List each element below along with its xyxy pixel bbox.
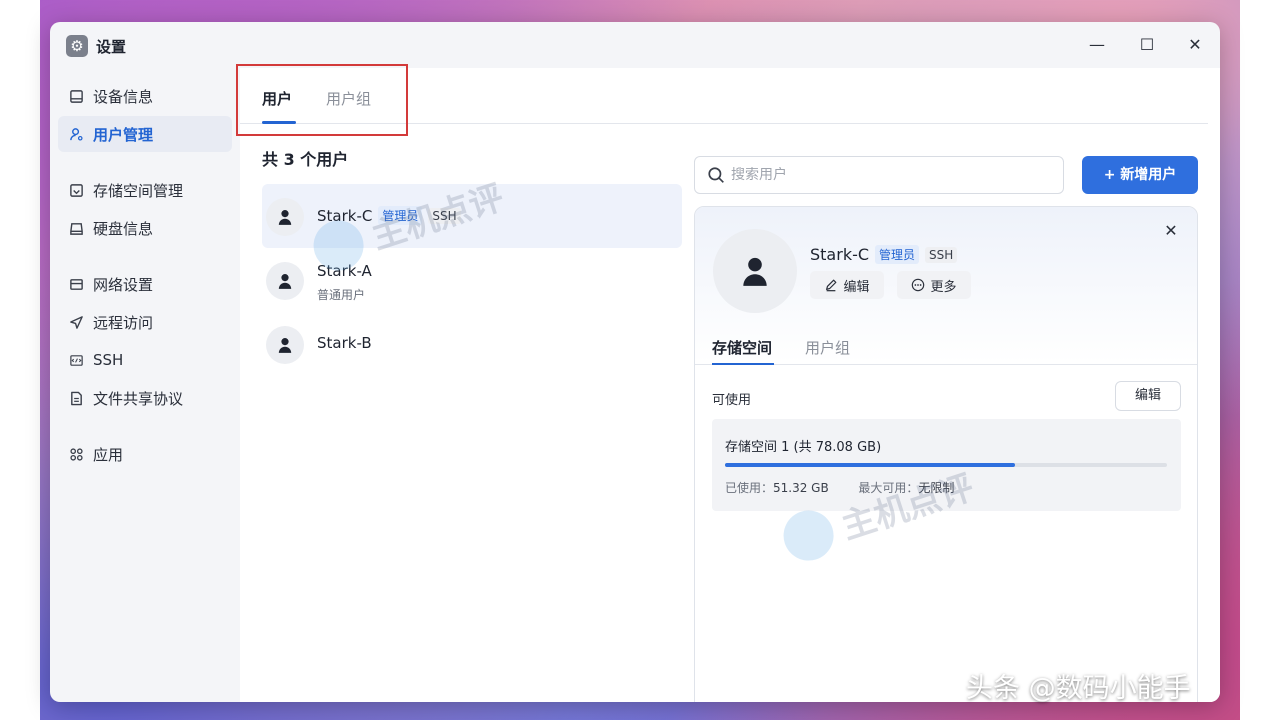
settings-window: ⚙ 设置 — ☐ ✕ 设备信息 用户管理 存储空间管理 硬盘信息 网络设置 远程… (50, 22, 1220, 702)
sidebar-item-label: SSH (93, 351, 124, 369)
sidebar-item-network[interactable]: 网络设置 (58, 266, 232, 302)
active-tab-indicator (712, 363, 774, 365)
sidebar-item-remote-access[interactable]: 远程访问 (58, 304, 232, 340)
avatar-large (713, 229, 797, 313)
max-available-label: 最大可用： (858, 481, 919, 495)
avatar (266, 326, 304, 364)
apps-icon (68, 446, 84, 462)
tab-users[interactable]: 用户 (262, 88, 292, 109)
usage-bar-fill (725, 463, 1016, 467)
sidebar-item-label: 用户管理 (93, 125, 154, 144)
remote-icon (68, 314, 84, 330)
main-panel: 用户 用户组 共 3 个用户 Stark-C 管理员 SSH Stark-A 普通用… (236, 64, 1220, 702)
user-list-item[interactable]: Stark-A 普通用户 (262, 248, 682, 312)
available-label: 可使用 (712, 393, 752, 408)
used-value: 51.32 GB (773, 481, 829, 495)
file-share-icon (68, 390, 84, 406)
avatar (266, 262, 304, 300)
detail-user-name: Stark-C (810, 245, 870, 264)
admin-badge: 管理员 (378, 206, 423, 225)
settings-app-icon: ⚙ (66, 35, 88, 57)
storage-card: 存储空间 1 (共 78.08 GB) 已使用：51.32 GB 最大可用：无限… (712, 419, 1181, 511)
add-user-button[interactable]: + 新增用户 (1082, 156, 1198, 194)
sidebar: 设备信息 用户管理 存储空间管理 硬盘信息 网络设置 远程访问 SSH 文件共享… (50, 68, 240, 702)
edit-storage-button[interactable]: 编辑 (1115, 381, 1181, 411)
sidebar-item-label: 设备信息 (93, 87, 154, 106)
user-name-line: Stark-C 管理员 SSH (317, 206, 461, 225)
storage-usage-info: 已使用：51.32 GB 最大可用：无限制 (725, 479, 954, 496)
ssh-badge: SSH (428, 208, 461, 224)
user-count-title: 共 3 个用户 (262, 150, 349, 169)
user-detail-panel: ✕ Stark-C 管理员 SSH 编辑 更多 存储空间 用户组 可使用 编辑 … (694, 206, 1198, 702)
close-window-button[interactable]: ✕ (1180, 32, 1210, 58)
sidebar-item-label: 硬盘信息 (93, 219, 154, 238)
user-role: 普通用户 (317, 288, 366, 302)
disk-icon (68, 220, 84, 236)
edit-label: 编辑 (843, 279, 870, 295)
user-list-item[interactable]: Stark-C 管理员 SSH (262, 184, 682, 248)
tab-user-groups[interactable]: 用户组 (326, 88, 371, 109)
more-button[interactable]: 更多 (897, 271, 971, 299)
avatar (266, 198, 304, 236)
sidebar-item-label: 文件共享协议 (93, 389, 184, 408)
sidebar-item-label: 存储空间管理 (93, 181, 184, 200)
search-input[interactable] (731, 167, 1031, 183)
sidebar-item-apps[interactable]: 应用 (58, 436, 232, 472)
pencil-icon (824, 278, 838, 292)
storage-title: 存储空间 1 (共 78.08 GB) (725, 440, 882, 455)
user-name: Stark-C (317, 207, 373, 225)
person-icon (278, 274, 292, 289)
user-name: Stark-B (317, 334, 372, 352)
sidebar-item-user-management[interactable]: 用户管理 (58, 116, 232, 152)
detail-tab-bar: 存储空间 用户组 (695, 327, 1197, 365)
edit-user-button[interactable]: 编辑 (810, 271, 884, 299)
admin-badge: 管理员 (875, 245, 920, 264)
user-name: Stark-A (317, 262, 372, 280)
minimize-button[interactable]: — (1082, 32, 1112, 58)
sidebar-item-label: 应用 (93, 445, 124, 464)
ssh-badge: SSH (925, 247, 958, 263)
sidebar-item-ssh[interactable]: SSH (58, 342, 232, 378)
tab-bar: 用户 用户组 (236, 64, 1208, 136)
search-icon (708, 167, 724, 183)
tab-storage[interactable]: 存储空间 (712, 337, 772, 358)
sidebar-item-storage[interactable]: 存储空间管理 (58, 172, 232, 208)
more-icon (911, 278, 925, 292)
close-detail-button[interactable]: ✕ (1161, 221, 1181, 241)
person-icon (278, 338, 292, 353)
active-tab-indicator (262, 121, 296, 124)
used-label: 已使用： (725, 481, 774, 495)
window-title: 设置 (96, 38, 127, 56)
usage-bar (725, 463, 1167, 467)
user-icon (68, 126, 84, 142)
title-bar: ⚙ 设置 — ☐ ✕ (50, 22, 1220, 68)
ssh-icon (68, 352, 84, 368)
person-icon (743, 257, 767, 286)
sidebar-item-device-info[interactable]: 设备信息 (58, 78, 232, 114)
tab-detail-user-groups[interactable]: 用户组 (805, 337, 850, 358)
network-icon (68, 276, 84, 292)
person-icon (278, 210, 292, 225)
sidebar-item-label: 网络设置 (93, 275, 154, 294)
sidebar-item-disk-info[interactable]: 硬盘信息 (58, 210, 232, 246)
max-available-value: 无限制 (918, 481, 955, 495)
source-credit: 头条 @数码小能手 (966, 673, 1191, 704)
sidebar-item-file-share[interactable]: 文件共享协议 (58, 380, 232, 416)
device-icon (68, 88, 84, 104)
maximize-button[interactable]: ☐ (1132, 32, 1162, 58)
search-box (694, 156, 1064, 194)
storage-icon (68, 182, 84, 198)
sidebar-item-label: 远程访问 (93, 313, 154, 332)
more-label: 更多 (930, 279, 957, 295)
detail-name-line: Stark-C 管理员 SSH (810, 245, 958, 264)
user-list-item[interactable]: Stark-B (262, 312, 682, 376)
